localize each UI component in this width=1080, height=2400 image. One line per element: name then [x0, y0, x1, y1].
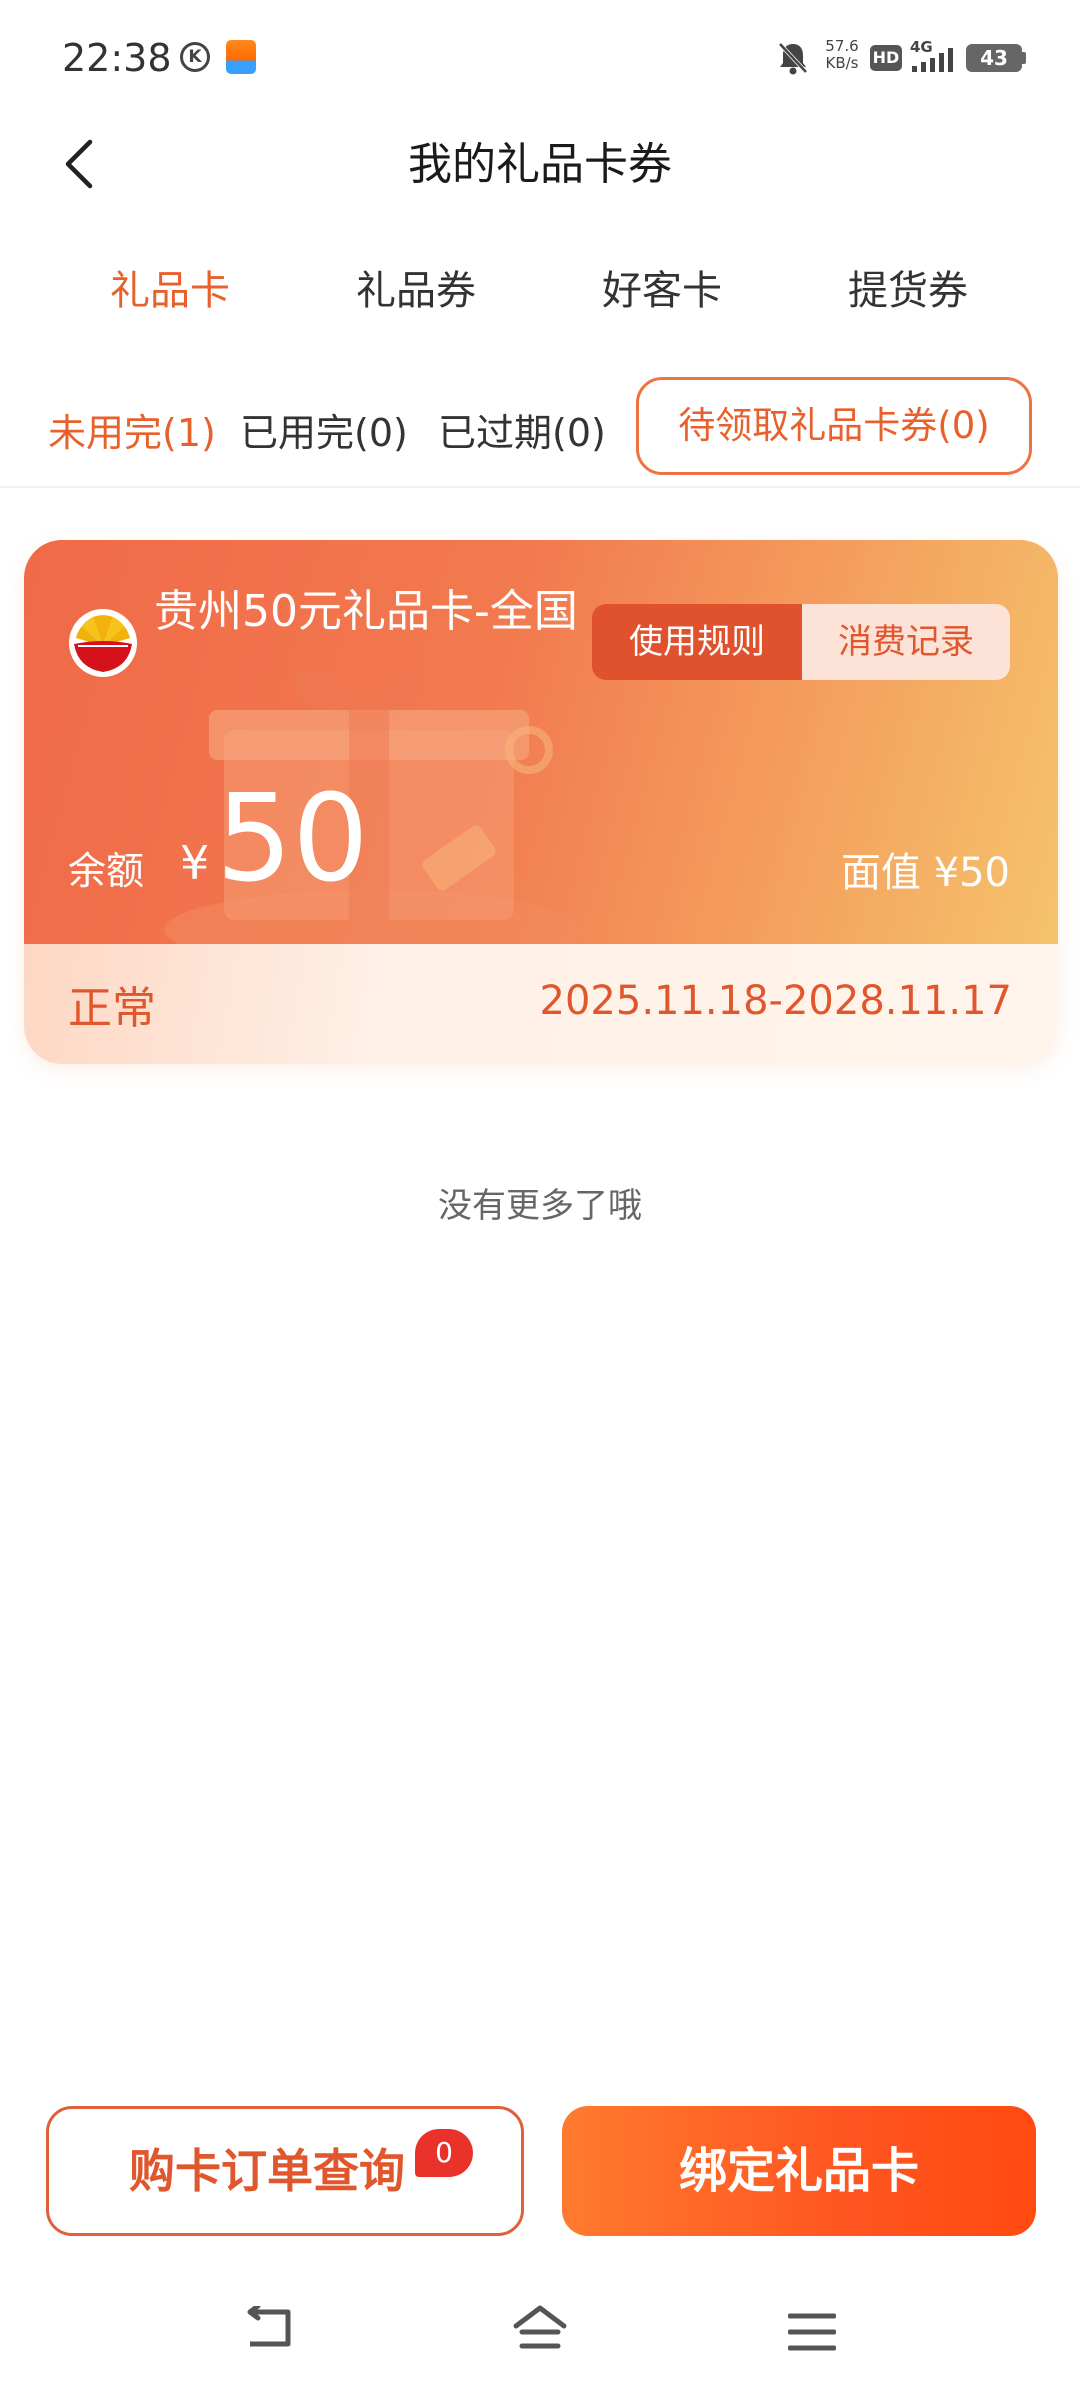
network-speed: 57.6 KB/s: [818, 38, 866, 72]
tab-gift-card[interactable]: 礼品卡: [50, 258, 290, 316]
nav-back-icon[interactable]: [244, 2306, 294, 2350]
filter-used-up[interactable]: 已用完(0): [240, 402, 408, 457]
battery-tip: [1022, 52, 1026, 64]
balance-currency: ¥: [180, 836, 210, 890]
filter-unused[interactable]: 未用完(1): [48, 402, 216, 457]
nav-home-icon[interactable]: [510, 2304, 570, 2352]
category-tabs: 礼品卡 礼品券 好客卡 提货券: [0, 258, 1080, 328]
bind-gift-card-button[interactable]: 绑定礼品卡: [562, 2106, 1036, 2236]
status-time: 22:38: [62, 36, 172, 80]
balance-amount: 50: [216, 770, 369, 909]
card-title: 贵州50元礼品卡-全国: [154, 586, 578, 637]
face-value: 面值 ¥50: [840, 850, 1010, 896]
network-type-label: 4G: [910, 38, 933, 56]
mute-bell-icon: [778, 42, 808, 75]
card-order-query-button[interactable]: 购卡订单查询 0: [46, 2106, 524, 2236]
hd-icon: HD: [870, 45, 902, 71]
screen: 22:38 K 57.6 KB/s HD 4G 43 我的礼品卡券 礼品卡 礼品…: [0, 0, 1080, 2400]
page-title: 我的礼品卡券: [408, 139, 672, 190]
gift-card[interactable]: 贵州50元礼品卡-全国 使用规则 消费记录 余额 ¥ 50 面值 ¥50 正常 …: [24, 540, 1058, 1064]
tab-pickup-voucher[interactable]: 提货券: [788, 258, 1028, 316]
order-count-badge: 0: [415, 2129, 473, 2177]
balance-label: 余额: [68, 849, 145, 893]
gift-box-illustration: [164, 668, 584, 960]
order-button-label: 购卡订单查询: [129, 2144, 405, 2198]
signal-icon: 4G: [910, 38, 953, 72]
filter-expired[interactable]: 已过期(0): [438, 402, 606, 457]
card-validity-period: 2025.11.18-2028.11.17: [539, 978, 1012, 1024]
usage-rules-button[interactable]: 使用规则: [592, 604, 802, 680]
card-status: 正常: [68, 983, 156, 1034]
tab-haoke-card[interactable]: 好客卡: [542, 258, 782, 316]
pending-claim-button[interactable]: 待领取礼品卡券(0): [636, 377, 1032, 475]
tab-gift-voucher[interactable]: 礼品券: [296, 258, 536, 316]
network-speed-unit: KB/s: [825, 54, 859, 72]
status-bar: 22:38 K 57.6 KB/s HD 4G 43: [0, 0, 1080, 110]
consumption-records-button[interactable]: 消费记录: [802, 604, 1010, 680]
list-end-text: 没有更多了哦: [438, 1186, 642, 1226]
notification-app-icon: [226, 40, 256, 74]
card-actions: 使用规则 消费记录: [592, 604, 1010, 680]
divider: [0, 486, 1080, 488]
battery-icon: 43: [966, 44, 1022, 72]
network-speed-value: 57.6: [825, 37, 859, 55]
petrochina-logo-icon: [69, 609, 137, 677]
k-app-icon: K: [180, 42, 210, 72]
nav-menu-icon[interactable]: [788, 2312, 836, 2352]
